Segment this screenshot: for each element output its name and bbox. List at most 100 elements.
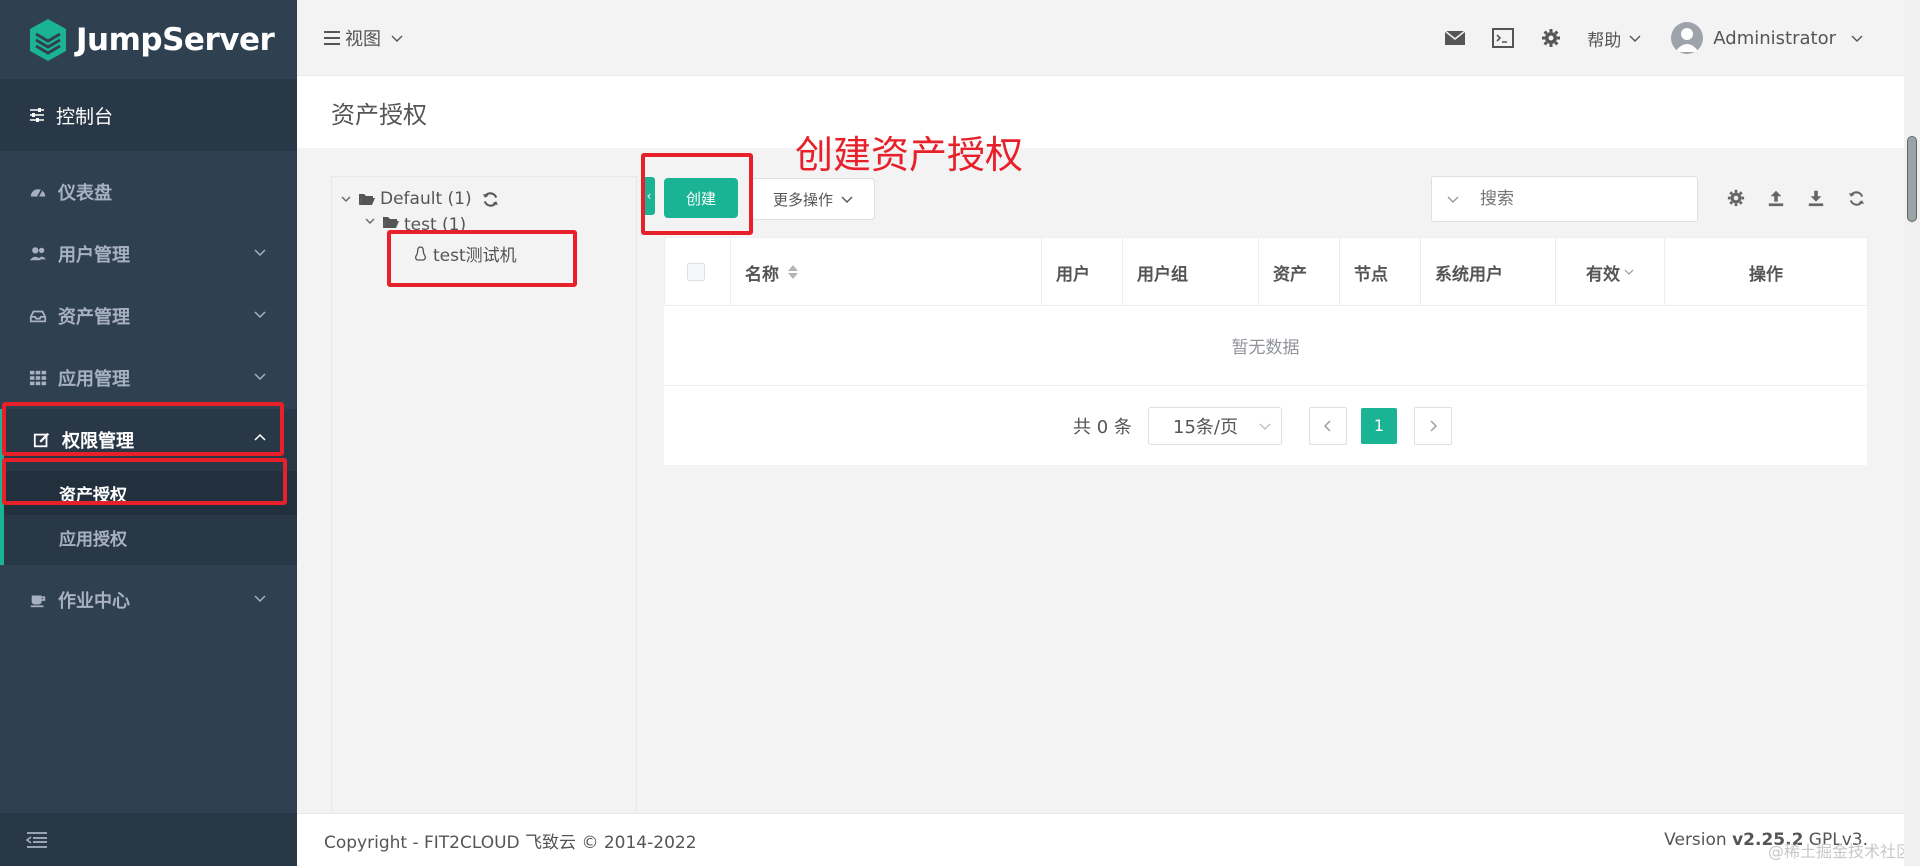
edit-icon [32, 430, 52, 450]
user-name: Administrator [1713, 27, 1836, 49]
tree-node-label: Default (1) [380, 189, 472, 209]
watermark: @稀土掘金技术社区 [1767, 842, 1912, 861]
top-right-actions: 帮助 Administrator [1431, 0, 1864, 76]
grid-icon [28, 368, 48, 388]
messages-button[interactable] [1431, 30, 1479, 46]
tree-node-default[interactable]: Default (1) [340, 189, 499, 209]
footer: Copyright - FIT2CLOUD 飞致云 © 2014-2022 Ve… [297, 813, 1904, 866]
search-input[interactable] [1480, 189, 1670, 209]
sidebar-item-label: 权限管理 [62, 431, 134, 452]
refresh-icon[interactable] [482, 191, 499, 208]
web-terminal-button[interactable] [1479, 28, 1527, 48]
sidebar-subitem-asset-permission[interactable]: 资产授权 [4, 471, 297, 515]
column-name[interactable]: 名称 [731, 238, 1042, 306]
view-label: 视图 [345, 28, 381, 50]
chevron-right-icon [1430, 420, 1437, 431]
download-button[interactable] [1796, 184, 1836, 212]
view-dropdown[interactable]: 视图 [323, 25, 403, 51]
download-icon [1808, 190, 1824, 207]
folder-open-icon [359, 194, 375, 205]
chevron-down-icon [254, 373, 266, 381]
search-box [1431, 176, 1698, 222]
logo[interactable]: JumpServer [0, 0, 297, 79]
column-user: 用户 [1042, 238, 1123, 306]
sidebar-item-dashboard[interactable]: 仪表盘 [0, 161, 297, 223]
prev-page-button[interactable] [1309, 406, 1347, 445]
chevron-down-icon [1851, 35, 1863, 42]
user-dropdown[interactable]: Administrator [1671, 22, 1864, 54]
sidebar-item-users[interactable]: 用户管理 [0, 223, 297, 285]
chevron-left-icon [1324, 420, 1331, 431]
sidebar-subitem-label: 资产授权 [59, 485, 127, 506]
sidebar-item-label: 资产管理 [58, 307, 130, 328]
pagination: 共 0 条 15条/页 1 [664, 386, 1867, 465]
sidebar-item-applications[interactable]: 应用管理 [0, 347, 297, 409]
chevron-down-icon [254, 249, 266, 257]
column-label: 资产 [1273, 264, 1307, 285]
tree-node-label: test (1) [404, 215, 467, 235]
sidebar-item-jobs[interactable]: 作业中心 [0, 569, 297, 631]
hamburger-icon [324, 30, 340, 45]
page-scrollbar[interactable] [1904, 0, 1920, 866]
more-actions-label: 更多操作 [772, 190, 833, 209]
jumpserver-logo-icon [30, 18, 66, 61]
settings-button[interactable] [1527, 28, 1575, 48]
table-header: 名称 用户 用户组 资产 节点 系统用户 有效 操作 [664, 237, 1868, 306]
table-settings-button[interactable] [1716, 184, 1756, 212]
top-navbar: 视图 帮助 Administrator [297, 0, 1904, 76]
console-link[interactable]: 控制台 [0, 79, 297, 151]
create-button[interactable]: 创建 [664, 178, 738, 218]
gear-icon [1542, 29, 1561, 47]
page-size-select[interactable]: 15条/页 [1148, 406, 1282, 445]
sidebar-collapse-button[interactable] [0, 813, 297, 866]
next-page-button[interactable] [1414, 406, 1452, 445]
page-size-value: 15条/页 [1173, 416, 1238, 438]
permissions-submenu: 资产授权 应用授权 [0, 471, 297, 565]
column-label: 操作 [1749, 264, 1783, 285]
column-node: 节点 [1340, 238, 1421, 306]
tree-node-test[interactable]: test (1) [364, 215, 466, 235]
column-label: 有效 [1586, 264, 1620, 285]
tree-collapse-button[interactable]: ‹ [643, 177, 655, 215]
column-valid[interactable]: 有效 [1556, 238, 1665, 306]
users-icon [28, 244, 48, 264]
avatar [1671, 22, 1704, 54]
sort-icon[interactable] [787, 264, 799, 280]
more-actions-dropdown[interactable]: 更多操作 [751, 178, 875, 220]
inbox-icon [28, 306, 48, 326]
help-dropdown[interactable]: 帮助 [1587, 26, 1641, 51]
envelope-icon [1444, 30, 1466, 45]
sidebar-item-label: 用户管理 [58, 245, 130, 266]
refresh-button[interactable] [1836, 184, 1876, 212]
annotation-label: 创建资产授权 [795, 133, 1024, 177]
chevron-down-icon [254, 595, 266, 603]
coffee-icon [28, 590, 48, 610]
sidebar-item-assets[interactable]: 资产管理 [0, 285, 297, 347]
select-all-checkbox[interactable] [687, 263, 705, 281]
folder-open-icon [383, 217, 399, 228]
tree-node-label: test测试机 [433, 246, 517, 266]
page-number-current[interactable]: 1 [1361, 407, 1397, 444]
chevron-down-icon[interactable] [1446, 192, 1460, 206]
sidebar-item-label: 应用管理 [58, 369, 130, 390]
column-label: 用户组 [1137, 264, 1188, 285]
sidebar-item-label: 作业中心 [58, 591, 130, 612]
scrollbar-thumb[interactable] [1907, 136, 1917, 222]
sidebar-subitem-app-permission[interactable]: 应用授权 [4, 515, 297, 559]
collapse-menu-icon [26, 831, 47, 848]
column-system-user: 系统用户 [1421, 238, 1556, 306]
chevron-down-icon [1259, 423, 1271, 430]
column-label: 系统用户 [1435, 264, 1503, 285]
upload-button[interactable] [1756, 184, 1796, 212]
caret-down-icon [365, 218, 375, 224]
copyright: Copyright - FIT2CLOUD 飞致云 © 2014-2022 [324, 832, 697, 853]
asset-tree-panel: Default (1) test (1) test测试机 [331, 176, 637, 816]
table-tools [1716, 184, 1876, 212]
column-label: 名称 [745, 264, 779, 285]
chevron-down-icon [254, 311, 266, 319]
upload-icon [1768, 190, 1784, 207]
chevron-down-icon [391, 35, 403, 42]
tree-node-asset[interactable]: test测试机 [414, 241, 517, 266]
sidebar-item-permissions[interactable]: 权限管理 [0, 409, 297, 471]
help-label: 帮助 [1587, 30, 1622, 51]
